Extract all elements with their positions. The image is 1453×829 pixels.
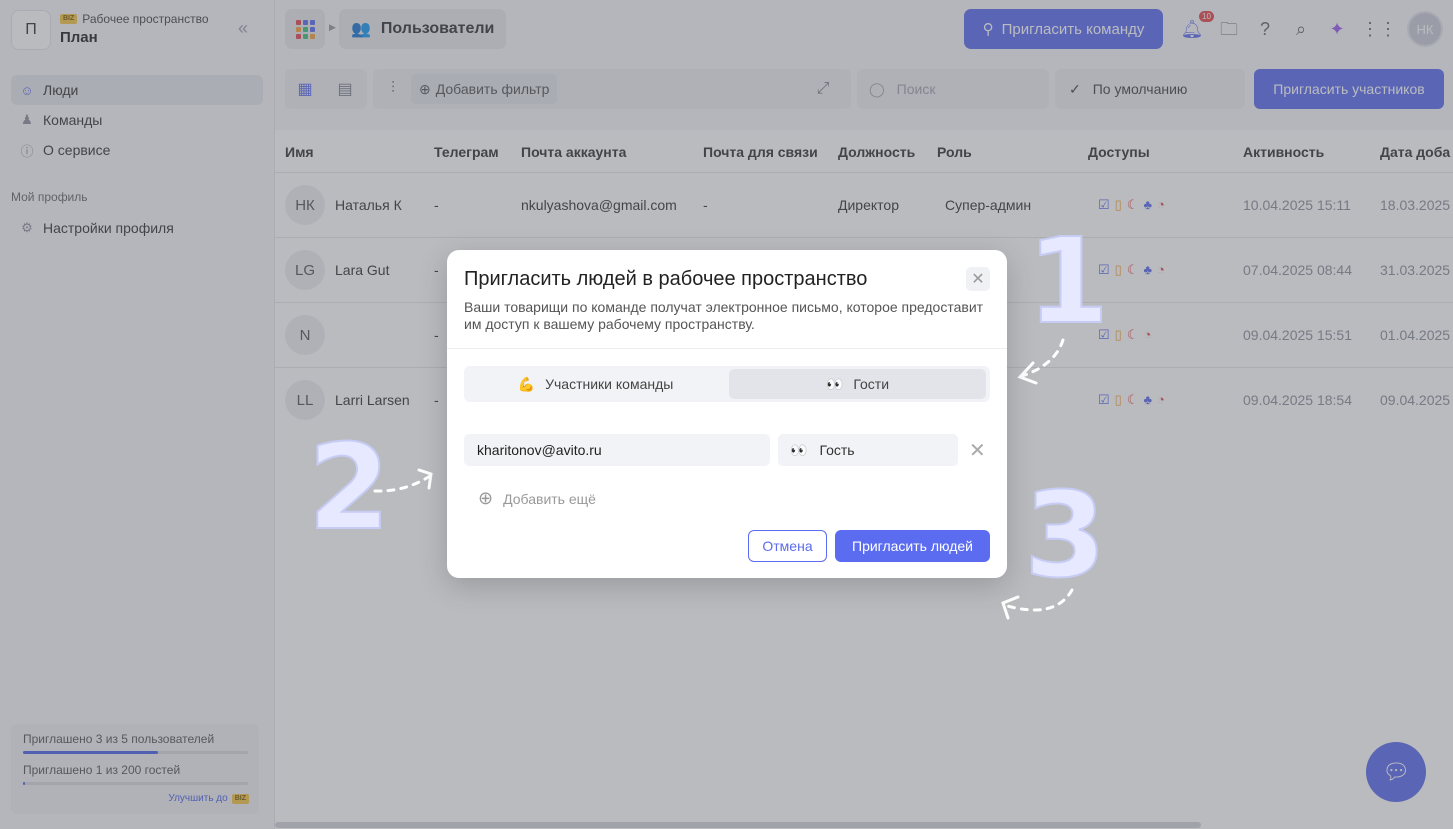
tab-guests[interactable]: 👀 Гости (729, 369, 986, 399)
email-field[interactable] (464, 434, 770, 466)
role-value: Гость (819, 442, 855, 458)
add-more-button[interactable]: ⊕ Добавить ещё (478, 488, 596, 509)
eyes-icon: 👀 (790, 441, 808, 458)
invite-type-switcher: 💪 Участники команды 👀 Гости (464, 366, 990, 402)
close-icon[interactable]: ✕ (966, 267, 990, 291)
divider (447, 348, 1007, 349)
annotation-arrow-2 (373, 474, 432, 493)
plus-circle-icon: ⊕ (478, 488, 494, 508)
annotation-arrow-1 (1020, 338, 1065, 378)
remove-row-icon[interactable]: ✕ (969, 438, 986, 463)
modal-description: Ваши товарищи по команде получат электро… (464, 299, 984, 332)
annotation-arrowhead-1 (1017, 361, 1038, 385)
add-more-label: Добавить ещё (503, 490, 596, 507)
invite-modal: Пригласить людей в рабочее пространство … (447, 250, 1007, 578)
cancel-button[interactable]: Отмена (748, 530, 827, 562)
tab-team-members[interactable]: 💪 Участники команды (467, 369, 724, 399)
tab-label: Гости (853, 376, 890, 392)
modal-title: Пригласить людей в рабочее пространство (464, 268, 868, 290)
invite-people-button[interactable]: Пригласить людей (835, 530, 990, 562)
tab-label: Участники команды (545, 376, 674, 392)
flexed-bicep-icon: 💪 (517, 375, 536, 392)
eyes-icon: 👀 (825, 375, 844, 392)
role-select[interactable]: 👀 Гость (778, 434, 958, 466)
